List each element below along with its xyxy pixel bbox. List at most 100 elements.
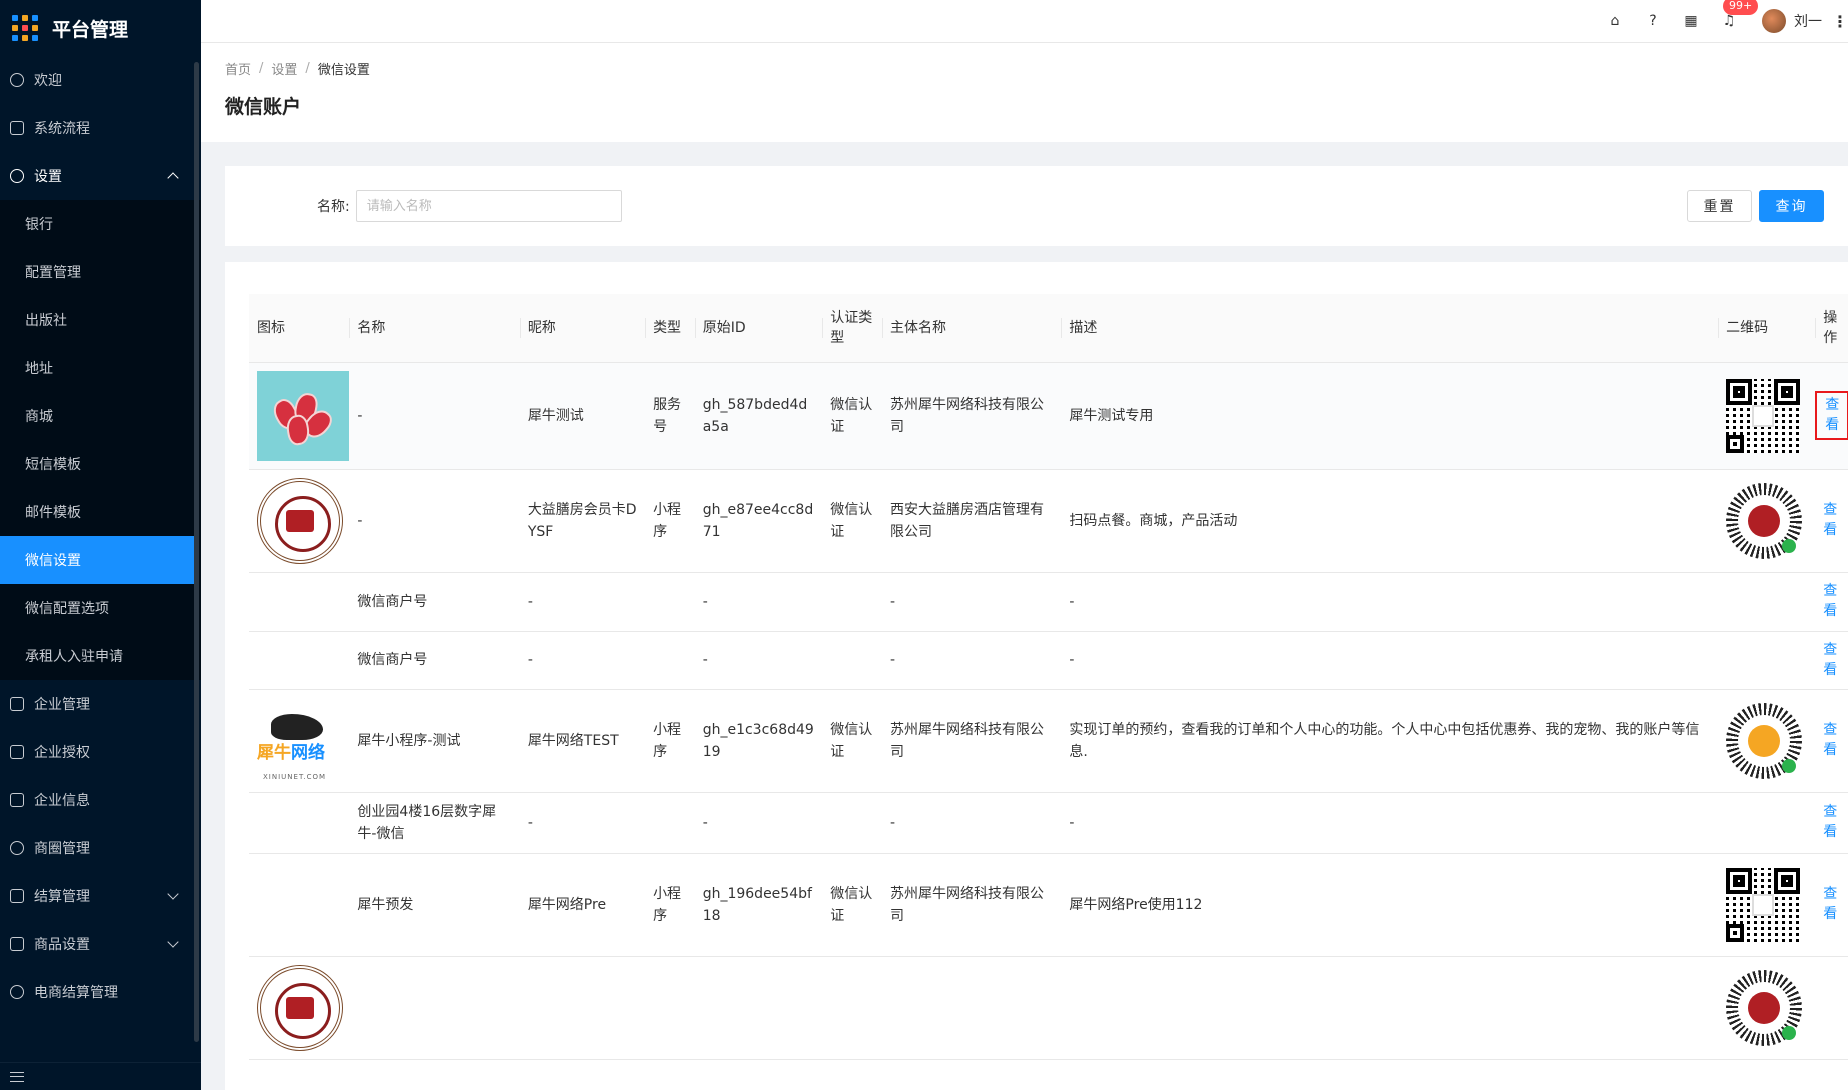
cell-name: 微信商户号 [349, 572, 520, 632]
cell-desc [1061, 956, 1719, 1060]
reset-button[interactable]: 重置 [1687, 190, 1752, 222]
view-link[interactable]: 查看 [1823, 720, 1837, 760]
breadcrumb-settings[interactable]: 设置 [271, 59, 297, 78]
bell-icon[interactable]: ♫ 99+ [1721, 0, 1759, 29]
sub-item-publisher[interactable]: 出版社 [0, 296, 201, 344]
sub-item-mail-template[interactable]: 邮件模板 [0, 488, 201, 536]
mail-icon [10, 745, 24, 759]
cell-op: 查看 [1815, 572, 1848, 632]
mail-icon [10, 697, 24, 711]
chevron-down-icon [167, 936, 179, 948]
sub-item-bank[interactable]: 银行 [0, 200, 201, 248]
username[interactable]: 刘一 [1794, 11, 1822, 31]
menu-item-product-settings[interactable]: 商品设置 [0, 920, 201, 968]
cell-desc: 扫码点餐。商城，产品活动 [1061, 469, 1719, 573]
cell-orig-id: gh_587bded4da5a [694, 362, 823, 470]
menu-item-settings[interactable]: 设置 [0, 152, 201, 200]
view-link[interactable]: 查看 [1823, 500, 1837, 540]
cell-icon [249, 469, 350, 573]
menu-item-enterprise-mgmt[interactable]: 企业管理 [0, 680, 201, 728]
cell-op: 查看 [1815, 792, 1848, 854]
name-search-input[interactable] [355, 190, 622, 222]
sub-item-address[interactable]: 地址 [0, 344, 201, 392]
menu-label: 系统流程 [34, 121, 90, 137]
compass-icon [10, 841, 24, 855]
view-link[interactable]: 查看 [1823, 640, 1837, 680]
view-link[interactable]: 查看 [1825, 395, 1839, 435]
cell-icon [249, 362, 350, 470]
top-header: ⌂ ? ▦ ♫ 99+ 刘一 ⋮ [201, 0, 1848, 42]
page-title: 微信账户 [225, 96, 302, 118]
qrcode-icon [1726, 867, 1801, 942]
cell-nickname: - [519, 792, 646, 854]
help-icon[interactable]: ? [1645, 13, 1661, 29]
cell-entity: - [882, 792, 1062, 854]
cell-icon [249, 853, 350, 957]
breadcrumb-home[interactable]: 首页 [225, 59, 251, 78]
menu-label: 欢迎 [34, 73, 62, 89]
collapse-bar[interactable] [0, 1062, 201, 1090]
query-button[interactable]: 查询 [1759, 190, 1824, 222]
sidebar-scrollbar[interactable] [194, 62, 199, 1042]
cell-entity [882, 956, 1062, 1060]
sub-item-wechat-config-options[interactable]: 微信配置选项 [0, 584, 201, 632]
cell-orig-id [694, 956, 823, 1060]
cell-auth-type [822, 956, 882, 1060]
name-label: 名称: [317, 199, 350, 215]
view-link[interactable]: 查看 [1823, 802, 1837, 842]
cell-auth-type: 微信认证 [822, 853, 882, 957]
cell-orig-id: gh_e1c3c68d4919 [694, 689, 823, 793]
cell-name: - [349, 362, 520, 470]
apps-grid-icon [12, 15, 38, 41]
col-header-auth-type: 认证类型 [822, 294, 882, 363]
cell-desc: 犀牛测试专用 [1061, 362, 1719, 470]
view-link[interactable]: 查看 [1823, 884, 1837, 924]
view-link[interactable]: 查看 [1823, 581, 1837, 621]
col-header-qrcode: 二维码 [1718, 294, 1816, 363]
menu-item-business-district[interactable]: 商圈管理 [0, 824, 201, 872]
apps-icon[interactable]: ▦ [1683, 13, 1699, 29]
cell-op: 查看 [1815, 469, 1848, 573]
logo[interactable]: 平台管理 [0, 0, 201, 56]
appstore-icon [10, 937, 24, 951]
col-header-op: 操作 [1815, 294, 1848, 363]
avatar[interactable] [1762, 9, 1786, 33]
cell-entity: 苏州犀牛网络科技有限公司 [882, 689, 1062, 793]
cell-nickname: 犀牛测试 [519, 362, 646, 470]
col-header-desc: 描述 [1061, 294, 1719, 363]
cell-op: 查看 [1815, 362, 1848, 470]
cell-entity: - [882, 572, 1062, 632]
breadcrumb-separator: / [305, 61, 310, 76]
sub-item-sms-template[interactable]: 短信模板 [0, 440, 201, 488]
breadcrumb-current: 微信设置 [317, 63, 370, 78]
menu-item-welcome[interactable]: 欢迎 [0, 56, 201, 104]
sub-item-tenant-application[interactable]: 承租人入驻申请 [0, 632, 201, 680]
cell-orig-id: gh_196dee54bf18 [694, 853, 823, 957]
table-row: - 大益膳房会员卡DYSF 小程序 gh_e87ee4cc8d71 微信认证 西… [249, 469, 1848, 573]
menu-label: 企业管理 [34, 697, 90, 713]
cell-nickname: - [519, 572, 646, 632]
cell-op: 查看 [1815, 853, 1848, 957]
cell-auth-type [822, 572, 882, 632]
cell-auth-type: 微信认证 [822, 689, 882, 793]
more-icon[interactable]: ⋮ [1832, 12, 1848, 31]
cell-icon [249, 956, 350, 1060]
cell-type [645, 631, 695, 690]
table-row: 微信商户号 - - - - 查看 [249, 631, 1848, 690]
cell-name: 犀牛小程序-测试 [349, 689, 520, 793]
menu-item-system-flow[interactable]: 系统流程 [0, 104, 201, 152]
menu-item-settlement[interactable]: 结算管理 [0, 872, 201, 920]
home-icon[interactable]: ⌂ [1607, 13, 1623, 29]
menu-item-enterprise-info[interactable]: 企业信息 [0, 776, 201, 824]
cell-orig-id: - [694, 631, 823, 690]
sub-item-wechat-settings[interactable]: 微信设置 [0, 536, 195, 584]
menu-label: 电商结算管理 [34, 985, 118, 1001]
sub-item-config[interactable]: 配置管理 [0, 248, 201, 296]
table-card: 图标 名称 昵称 类型 原始ID 认证类型 主体名称 描述 二维码 操作 - 犀… [225, 262, 1848, 1090]
cell-qrcode [1718, 689, 1816, 793]
sub-item-mall[interactable]: 商城 [0, 392, 201, 440]
cell-entity: 苏州犀牛网络科技有限公司 [882, 362, 1062, 470]
cell-desc: - [1061, 792, 1719, 854]
menu-item-enterprise-auth[interactable]: 企业授权 [0, 728, 201, 776]
menu-item-ecommerce-settlement[interactable]: 电商结算管理 [0, 968, 201, 1016]
